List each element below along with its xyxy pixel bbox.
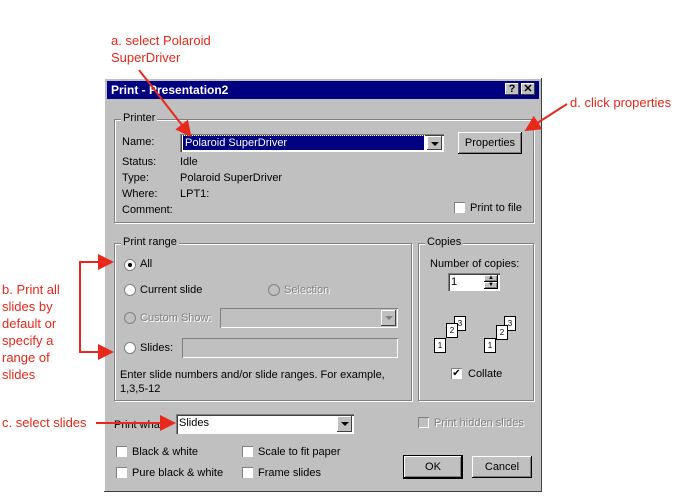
arrow-a bbox=[138, 69, 192, 138]
annotation-arrows bbox=[79, 69, 568, 431]
arrow-b-bracket bbox=[79, 261, 98, 353]
arrow-d bbox=[524, 103, 568, 132]
